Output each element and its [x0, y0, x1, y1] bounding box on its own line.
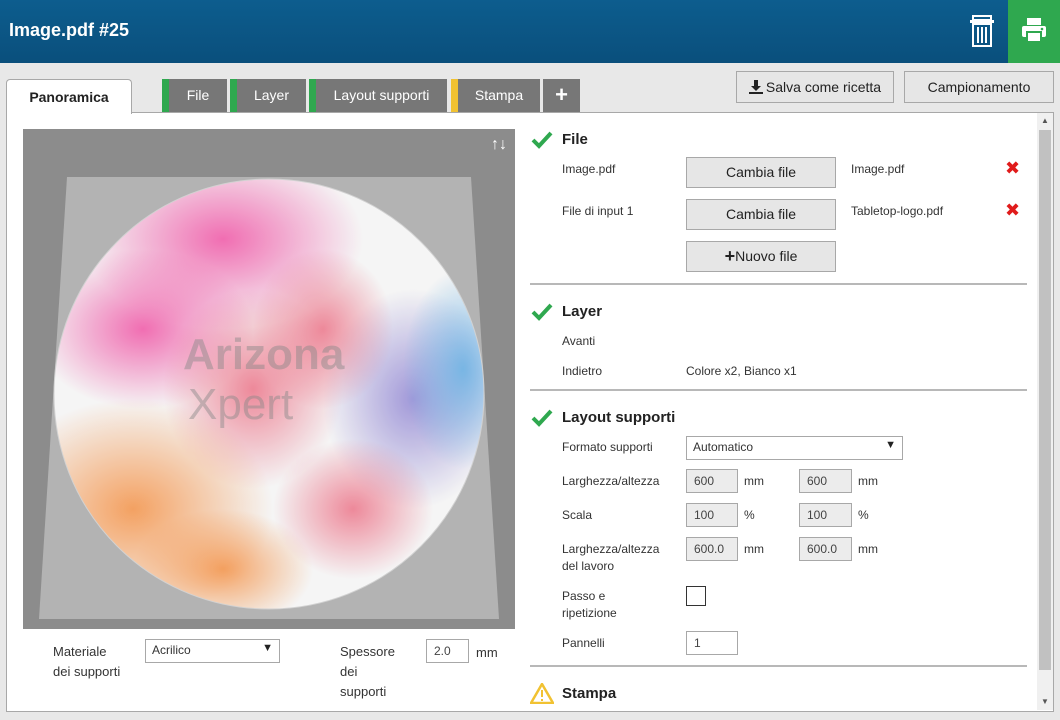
thickness-label-2: dei	[340, 664, 358, 679]
new-file-button[interactable]: +Nuovo file	[686, 241, 836, 272]
layer-section-title: Layer	[562, 303, 603, 320]
new-file-label: Nuovo file	[735, 248, 798, 264]
job-size-label-1: Larghezza/altezza	[562, 542, 660, 556]
thickness-label-1: Spessore	[340, 644, 395, 659]
job-height-unit: mm	[858, 542, 878, 556]
preview-image: Arizona Xpert	[23, 129, 515, 629]
width-input[interactable]: 600	[686, 469, 738, 493]
thickness-input[interactable]: 2.0	[426, 639, 469, 663]
thickness-unit: mm	[476, 645, 498, 660]
arrows-icon[interactable]: ↑↓	[491, 136, 507, 154]
file-row-label: File di input 1	[562, 204, 634, 218]
format-value: Automatico	[693, 440, 754, 454]
height-input[interactable]: 600	[799, 469, 852, 493]
layout-section-title: Layout supporti	[562, 409, 676, 426]
close-icon[interactable]: ✖	[1005, 200, 1020, 221]
print-button[interactable]	[1008, 0, 1060, 63]
scroll-down-icon[interactable]: ▼	[1037, 694, 1053, 710]
section-divider	[530, 283, 1027, 285]
scale-x-input[interactable]: 100	[686, 503, 738, 527]
add-tab-button[interactable]: +	[543, 79, 580, 112]
step-repeat-label-1: Passo e	[562, 589, 606, 603]
thickness-label-3: supporti	[340, 684, 387, 699]
file-name: Tabletop-logo.pdf	[851, 204, 944, 218]
trash-icon[interactable]	[966, 14, 998, 48]
section-divider	[530, 665, 1027, 667]
scrollbar[interactable]: ▲ ▼	[1037, 113, 1053, 710]
layer-front-label: Avanti	[562, 334, 596, 348]
scroll-thumb[interactable]	[1039, 130, 1051, 670]
format-select[interactable]: Automatico ▼	[686, 436, 903, 460]
layer-back-value: Colore x2, Bianco x1	[686, 364, 797, 378]
watermark-text-1: Arizona	[183, 330, 345, 379]
panels-label: Pannelli	[562, 636, 605, 650]
job-width-unit: mm	[744, 542, 764, 556]
scroll-up-icon[interactable]: ▲	[1037, 113, 1053, 129]
check-icon	[531, 131, 553, 149]
file-row-label: Image.pdf	[562, 162, 616, 176]
panels-input[interactable]: 1	[686, 631, 738, 655]
material-select[interactable]: Acrilico ▼	[145, 639, 280, 663]
tab-layout[interactable]: Layout supporti	[309, 79, 447, 112]
scale-y-unit: %	[858, 508, 869, 522]
save-recipe-button[interactable]: Salva come ricetta	[736, 71, 894, 103]
format-label: Formato supporti	[562, 440, 653, 454]
step-repeat-checkbox[interactable]	[686, 586, 706, 606]
material-value: Acrilico	[152, 643, 191, 657]
chevron-down-icon: ▼	[885, 439, 896, 451]
job-height-input[interactable]: 600.0	[799, 537, 852, 561]
check-icon	[531, 303, 553, 321]
scale-label: Scala	[562, 508, 593, 522]
sampling-button[interactable]: Campionamento	[904, 71, 1054, 103]
tab-print[interactable]: Stampa	[451, 79, 540, 112]
job-size-label-2: del lavoro	[562, 559, 615, 573]
height-unit: mm	[858, 474, 878, 488]
section-divider	[530, 389, 1027, 391]
material-label-1: Materiale	[53, 644, 107, 659]
printer-icon	[1022, 18, 1046, 43]
plus-icon: +	[724, 246, 736, 266]
job-preview: Arizona Xpert ↑↓	[23, 129, 515, 629]
scale-y-input[interactable]: 100	[799, 503, 852, 527]
download-icon	[748, 80, 763, 94]
change-file-button[interactable]: Cambia file	[686, 157, 836, 188]
step-repeat-label-2: ripetizione	[562, 606, 617, 620]
tab-overview[interactable]: Panoramica	[6, 79, 132, 114]
change-file-button[interactable]: Cambia file	[686, 199, 836, 230]
job-width-input[interactable]: 600.0	[686, 537, 738, 561]
app-header: Image.pdf #25	[0, 0, 1060, 63]
check-icon	[531, 409, 553, 427]
close-icon[interactable]: ✖	[1005, 158, 1020, 179]
layer-back-label: Indietro	[562, 364, 603, 378]
watermark-text-2: Xpert	[188, 380, 293, 429]
scale-x-unit: %	[744, 508, 755, 522]
chevron-down-icon: ▼	[262, 642, 273, 654]
width-unit: mm	[744, 474, 764, 488]
file-name: Image.pdf	[851, 162, 905, 176]
warning-icon	[530, 683, 554, 704]
save-recipe-label: Salva come ricetta	[765, 79, 882, 95]
print-section-title: Stampa	[562, 685, 617, 702]
size-label: Larghezza/altezza	[562, 474, 660, 488]
tab-file[interactable]: File	[162, 79, 227, 112]
tab-layer[interactable]: Layer	[230, 79, 306, 112]
material-label-2: dei supporti	[53, 664, 121, 679]
page-title: Image.pdf #25	[9, 20, 130, 40]
file-section-title: File	[562, 131, 588, 148]
